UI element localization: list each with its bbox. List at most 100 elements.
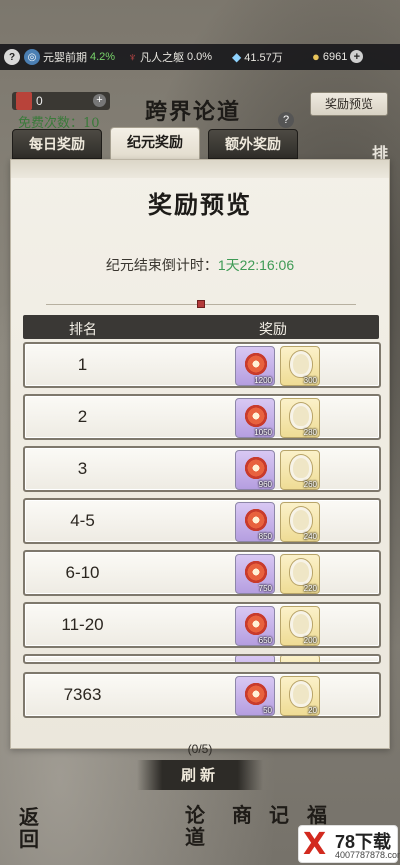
body-status[interactable]: ♆ 凡人之躯 0.0%	[128, 49, 212, 65]
table-row: 6-10 750 220	[23, 550, 381, 596]
page-indicator: (0/5)	[187, 742, 213, 756]
rules-help-icon[interactable]: ?	[278, 112, 294, 128]
table-row: 2 1050 280	[23, 394, 381, 440]
table-row-partial	[23, 654, 381, 664]
flower-icon	[243, 507, 269, 533]
swirl-item[interactable]: 240	[280, 502, 320, 542]
reward-column-header: 奖励	[259, 321, 287, 337]
flower-item[interactable]: 1200	[235, 346, 275, 386]
realm-name: 元婴前期	[43, 52, 87, 64]
item-count: 1050	[254, 428, 272, 437]
add-ticket-icon[interactable]: +	[93, 94, 106, 107]
watermark-x-icon: X	[303, 827, 327, 862]
modal-title: 奖励预览	[148, 190, 252, 219]
ticket-counter: 0 +	[12, 92, 110, 110]
swirl-item	[280, 656, 320, 662]
add-coin-icon[interactable]: +	[350, 50, 364, 63]
swirl-item[interactable]: 280	[280, 398, 320, 438]
item-count: 850	[258, 532, 272, 541]
tab-epoch[interactable]: 纪元奖励	[110, 127, 200, 159]
swirl-item[interactable]: 20	[280, 676, 320, 716]
realm-icon: ◎	[24, 49, 40, 65]
swirl-item[interactable]: 220	[280, 554, 320, 594]
coin-status[interactable]: ● 6961 +	[312, 49, 364, 64]
gem-icon: ◆	[232, 50, 242, 64]
body-name: 凡人之躯	[140, 52, 184, 64]
flower-icon	[243, 455, 269, 481]
item-count: 20	[308, 706, 317, 715]
ticket-count: 0	[36, 94, 43, 108]
my-rank-value: 7363	[63, 685, 102, 704]
refresh-button[interactable]: 刷新	[137, 760, 263, 790]
rank-value: 3	[77, 459, 88, 478]
coin-count: 6961	[322, 50, 348, 63]
rank-column-header: 排名	[69, 321, 97, 337]
tab-daily[interactable]: 每日奖励	[12, 129, 102, 159]
swirl-icon	[290, 681, 312, 707]
swirl-item[interactable]: 260	[280, 450, 320, 490]
reward-preview-button[interactable]: 奖励预览	[310, 92, 388, 116]
table-row: 4-5 850 240	[23, 498, 381, 544]
rank-value: 2	[77, 407, 88, 426]
flower-icon	[243, 681, 269, 707]
countdown-time: 1天22:16:06	[217, 257, 295, 273]
flower-icon	[243, 351, 269, 377]
debate-button[interactable]: 论道	[178, 804, 212, 848]
page-title: 跨界论道	[145, 99, 242, 125]
table-row: 11-20 650 200	[23, 602, 381, 648]
realm-status[interactable]: ◎ 元婴前期 4.2%	[24, 49, 115, 65]
reward-preview-modal: 奖励预览 纪元结束倒计时：1天22:16:06 排名 奖励 1 1200 300…	[10, 159, 390, 749]
tab-extra[interactable]: 额外奖励	[208, 129, 298, 159]
flower-item[interactable]: 650	[235, 606, 275, 646]
table-header: 排名 奖励	[23, 315, 379, 339]
body-progress: 0.0%	[187, 51, 213, 63]
item-count: 260	[303, 480, 317, 489]
rank-value: 11-20	[61, 615, 104, 634]
item-count: 300	[303, 376, 317, 385]
record-button[interactable]: 记	[262, 804, 296, 826]
page-header: 0 + 免费次数：10 跨界论道 ? 奖励预览	[0, 70, 400, 131]
item-count: 280	[303, 428, 317, 437]
table-row: 1 1200 300	[23, 342, 381, 388]
item-count: 650	[258, 636, 272, 645]
back-button[interactable]: 返回	[12, 806, 46, 850]
rank-value: 1	[77, 355, 88, 374]
item-count: 50	[263, 706, 272, 715]
flower-icon	[243, 403, 269, 429]
item-count: 240	[303, 532, 317, 541]
modal-edge	[11, 160, 389, 178]
reward-tabs: 每日奖励 纪元奖励 额外奖励	[12, 127, 302, 159]
realm-progress: 4.2%	[90, 51, 116, 63]
help-button[interactable]: ?	[4, 49, 20, 65]
my-rank-row: 7363 50 20	[23, 672, 381, 718]
countdown: 纪元结束倒计时：1天22:16:06	[11, 255, 389, 275]
flower-item[interactable]: 850	[235, 502, 275, 542]
flower-icon	[243, 559, 269, 585]
swirl-item[interactable]: 200	[280, 606, 320, 646]
flower-item[interactable]: 750	[235, 554, 275, 594]
countdown-label: 纪元结束倒计时：	[105, 257, 218, 273]
item-count: 220	[303, 584, 317, 593]
flower-item	[235, 656, 275, 662]
item-count: 200	[303, 636, 317, 645]
help-icon[interactable]: ?	[4, 49, 20, 65]
bless-button[interactable]: 福	[300, 804, 334, 826]
watermark-url: 4007787878.com	[335, 850, 400, 860]
coin-icon: ●	[312, 49, 320, 64]
item-count: 960	[258, 480, 272, 489]
flower-item[interactable]: 1050	[235, 398, 275, 438]
swirl-item[interactable]: 300	[280, 346, 320, 386]
swirl-icon	[290, 403, 312, 429]
spirit-stone-status[interactable]: ◆ 41.57万	[232, 49, 283, 65]
sword-icon: ♆	[128, 50, 137, 64]
rank-value: 4-5	[70, 511, 95, 530]
flower-item[interactable]: 960	[235, 450, 275, 490]
table-row: 3 960 260	[23, 446, 381, 492]
status-bar: ? ◎ 元婴前期 4.2% ♆ 凡人之躯 0.0% ◆ 41.57万 ● 696…	[0, 44, 400, 70]
ticket-icon	[16, 92, 32, 110]
item-count: 750	[258, 584, 272, 593]
shop-button[interactable]: 商	[225, 804, 259, 826]
flower-item[interactable]: 50	[235, 676, 275, 716]
swirl-icon	[290, 611, 312, 637]
swirl-icon	[290, 507, 312, 533]
